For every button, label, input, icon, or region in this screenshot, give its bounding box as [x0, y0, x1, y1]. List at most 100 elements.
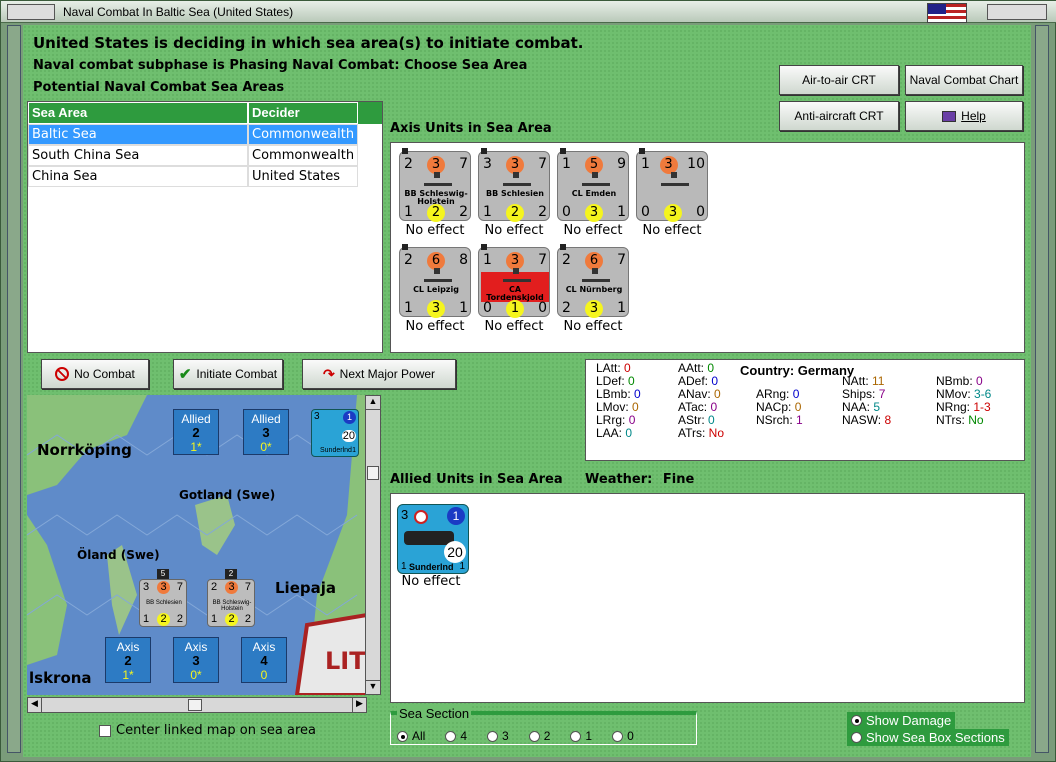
stat-label: LRrg:: [596, 413, 626, 427]
unit-stat: 2: [244, 613, 251, 625]
button-label: Air-to-air CRT: [802, 73, 876, 87]
place-label: lskrona: [29, 669, 92, 687]
radio-button[interactable]: [445, 730, 457, 742]
unit-stat: 2: [562, 252, 571, 268]
show-damage-row[interactable]: Show Damage: [847, 712, 956, 729]
weather-readout: Weather: Fine: [585, 472, 694, 487]
axis-unit-counter[interactable]: 1 3 10 0 3 0: [636, 148, 708, 222]
weather-value: Fine: [662, 472, 695, 487]
stat-value: 1: [796, 413, 803, 427]
map-horizontal-scrollbar[interactable]: ◀ ▶: [27, 697, 367, 713]
axis-sea-box[interactable]: Axis 3 0*: [173, 637, 219, 683]
unit-stat: 0: [641, 204, 650, 220]
box-sub: 0: [260, 668, 268, 682]
allied-units-label: Allied Units in Sea Area: [390, 472, 563, 487]
radio-button[interactable]: [570, 730, 582, 742]
unit-stat: 1: [483, 252, 492, 268]
air-to-air-crt-button[interactable]: Air-to-air CRT: [779, 65, 899, 95]
button-label: No Combat: [74, 367, 135, 381]
effect-text: No effect: [563, 319, 623, 334]
map-naval-unit[interactable]: 3 3 7 BB Schlesien 1 2 2: [139, 579, 187, 627]
axis-sea-box[interactable]: Axis 2 1*: [105, 637, 151, 683]
allied-sea-box[interactable]: Allied 2 1*: [173, 409, 219, 455]
axis-unit-counter[interactable]: 2 3 7 BB Schleswig-Holstein 1 2 2: [399, 148, 471, 222]
scroll-right-arrow-icon[interactable]: ▶: [352, 698, 366, 712]
scroll-thumb[interactable]: [188, 699, 202, 711]
radio-button[interactable]: [612, 730, 624, 742]
help-button[interactable]: Help: [905, 101, 1023, 131]
sea-section-option[interactable]: All: [397, 729, 425, 743]
unit-stat: 2: [506, 204, 524, 222]
unit-marker: [481, 244, 487, 250]
redo-arrow-icon: ↷: [322, 365, 335, 382]
system-menu-button[interactable]: [7, 4, 55, 20]
stat-value: 11: [872, 374, 885, 388]
map-vertical-scrollbar[interactable]: ▲ ▼: [365, 395, 381, 695]
window-controls[interactable]: [987, 4, 1047, 20]
next-major-power-button[interactable]: ↷ Next Major Power: [302, 359, 456, 389]
sea-section-option[interactable]: 2: [528, 729, 550, 743]
sea-section-option[interactable]: 0: [612, 729, 634, 743]
unit-stat: 2: [404, 252, 413, 268]
stat-label: LAtt:: [596, 361, 621, 375]
scroll-thumb[interactable]: [367, 466, 379, 480]
axis-unit-counter[interactable]: 1 3 7 CA Tordenskjold 0 1 0: [478, 244, 550, 318]
button-label: Help: [961, 109, 986, 123]
unit-stat: 2: [562, 300, 571, 316]
naval-combat-chart-button[interactable]: Naval Combat Chart: [905, 65, 1023, 95]
table-row[interactable]: South China Sea Commonwealth: [28, 145, 382, 166]
aircraft-icon: [404, 531, 454, 545]
center-map-checkbox[interactable]: [99, 724, 111, 737]
show-sections-row[interactable]: Show Sea Box Sections: [847, 729, 1009, 746]
table-row[interactable]: Baltic Sea Commonwealth: [28, 124, 382, 145]
table-row[interactable]: China Sea United States: [28, 166, 382, 187]
right-border: [1035, 25, 1049, 753]
stat-value: 0: [634, 387, 641, 401]
unit-stat: 1: [459, 300, 468, 316]
axis-unit-counter[interactable]: 1 5 9 CL Emden 0 3 1: [557, 148, 629, 222]
allied-unit-counter[interactable]: 3 1 20 1 Sunderlnd 1: [397, 504, 469, 574]
sea-section-option[interactable]: 1: [570, 729, 592, 743]
sea-section-option[interactable]: 3: [487, 729, 509, 743]
column-header-sea-area[interactable]: Sea Area: [28, 102, 248, 124]
stat-row: NASW: 8: [842, 414, 891, 427]
linked-map[interactable]: Norrköping Gotland (Swe) Öland (Swe) Lie…: [27, 395, 367, 695]
axis-units-label: Axis Units in Sea Area: [390, 121, 552, 136]
place-label: Öland (Swe): [77, 548, 160, 562]
axis-unit-counter[interactable]: 2 6 7 CL Nürnberg 2 3 1: [557, 244, 629, 318]
radio-button[interactable]: [487, 730, 499, 742]
map-naval-unit[interactable]: 2 3 7 BB Schleswig-Holstein 1 2 2: [207, 579, 255, 627]
cell-decider: Commonwealth: [248, 124, 358, 145]
no-combat-button[interactable]: No Combat: [41, 359, 149, 389]
scroll-down-arrow-icon[interactable]: ▼: [366, 680, 380, 694]
radio-button[interactable]: [397, 730, 408, 742]
stat-label: NMov:: [936, 387, 971, 401]
center-map-checkbox-row[interactable]: Center linked map on sea area: [99, 723, 316, 738]
initiate-combat-button[interactable]: ✔ Initiate Combat: [173, 359, 283, 389]
show-sections-radio[interactable]: [851, 732, 862, 743]
unit-stat: 1: [617, 300, 626, 316]
scroll-left-arrow-icon[interactable]: ◀: [28, 698, 42, 712]
axis-unit-counter[interactable]: 2 6 8 CL Leipzig 1 3 1: [399, 244, 471, 318]
box-sub: 1*: [122, 668, 134, 682]
anti-aircraft-crt-button[interactable]: Anti-aircraft CRT: [779, 101, 899, 131]
unit-stat: 2: [404, 156, 413, 172]
sea-section-group: Sea Section All 4 3 2 1 0: [390, 706, 697, 745]
cell-sea-area: Baltic Sea: [28, 124, 248, 145]
unit-value-right: 20: [444, 541, 466, 563]
axis-sea-box[interactable]: Axis 4 0: [241, 637, 287, 683]
unit-name: BB Schleswig-Holstein: [212, 600, 252, 612]
sea-area-table: Sea Area Decider Baltic Sea Commonwealth…: [27, 101, 383, 353]
sea-section-option[interactable]: 4: [445, 729, 467, 743]
axis-unit-counter[interactable]: 3 3 7 BB Schlesien 1 2 2: [478, 148, 550, 222]
radio-button[interactable]: [528, 730, 540, 742]
button-label: Naval Combat Chart: [909, 73, 1019, 87]
scroll-up-arrow-icon[interactable]: ▲: [366, 396, 380, 410]
column-header-decider[interactable]: Decider: [248, 102, 358, 124]
unit-stat: 3: [483, 156, 492, 172]
map-air-unit[interactable]: 3 1 20 Sunderlnd 1: [311, 409, 359, 457]
unit-marker: [560, 244, 566, 250]
allied-sea-box[interactable]: Allied 3 0*: [243, 409, 289, 455]
show-damage-radio[interactable]: [851, 715, 862, 726]
app-window: Naval Combat In Baltic Sea (United State…: [0, 0, 1056, 762]
